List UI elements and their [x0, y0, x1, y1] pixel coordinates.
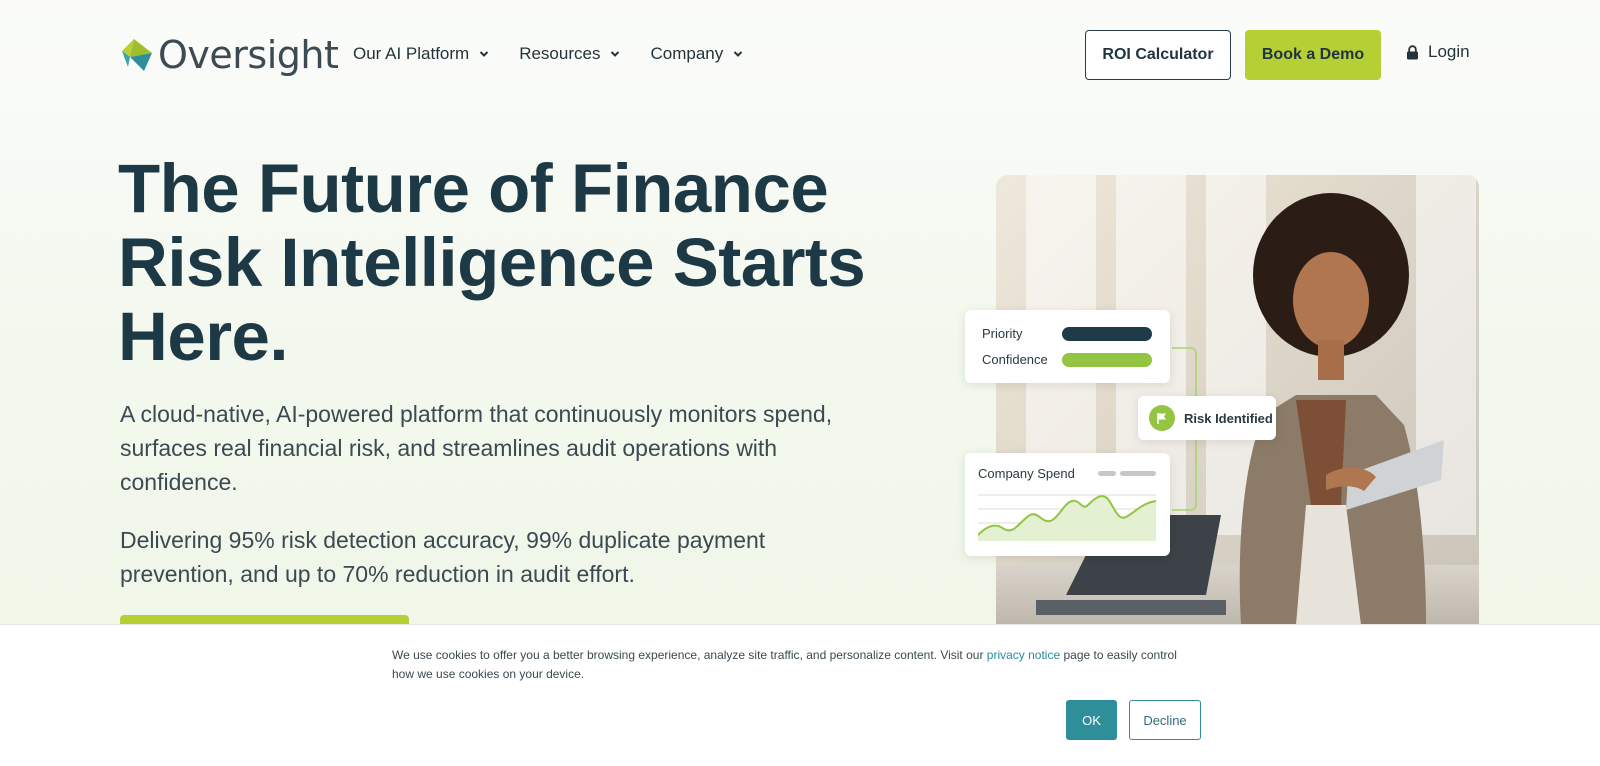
site-header: Oversight Our AI Platform Resources Comp… — [0, 0, 1600, 110]
chevron-down-icon — [734, 51, 743, 57]
privacy-notice-link[interactable]: privacy notice — [987, 648, 1060, 662]
cookie-banner: We use cookies to offer you a better bro… — [0, 624, 1600, 766]
legend-pill — [1120, 471, 1156, 476]
nav-our-ai-platform[interactable]: Our AI Platform — [353, 42, 489, 66]
hero-subtitle: A cloud-native, AI-powered platform that… — [120, 401, 833, 495]
company-spend-card: Company Spend — [965, 453, 1170, 556]
lock-icon — [1407, 44, 1418, 59]
chevron-down-icon — [479, 51, 489, 57]
risk-identified-label: Risk Identified — [1184, 410, 1273, 426]
logo-text: Oversight — [158, 33, 339, 77]
cookie-text: We use cookies to offer you a better bro… — [392, 646, 1202, 683]
priority-confidence-card: Priority Confidence — [965, 310, 1170, 383]
nav-label: Company — [650, 44, 724, 63]
hero-stats: Delivering 95% risk detection accuracy, … — [120, 527, 766, 587]
nav-company[interactable]: Company — [650, 42, 743, 66]
logo[interactable]: Oversight — [120, 33, 339, 77]
hero-headline: The Future of Finance Risk Intelligence … — [118, 150, 866, 375]
risk-identified-card: Risk Identified — [1138, 396, 1276, 440]
book-demo-button[interactable]: Book a Demo — [1245, 30, 1381, 80]
legend-pill — [1098, 471, 1116, 476]
oversight-logo-icon — [122, 39, 152, 71]
chevron-down-icon — [611, 51, 620, 57]
confidence-label: Confidence — [982, 352, 1048, 367]
priority-label: Priority — [982, 326, 1023, 341]
flag-icon — [1149, 405, 1175, 431]
nav-resources[interactable]: Resources — [519, 42, 620, 66]
main-nav: Our AI Platform Resources Company — [353, 42, 743, 66]
nav-label: Resources — [519, 44, 601, 63]
roi-calculator-button[interactable]: ROI Calculator — [1085, 30, 1231, 80]
cookie-text-start: We use cookies to offer you a better bro… — [392, 648, 987, 662]
login-label: Login — [1428, 42, 1470, 61]
company-spend-title: Company Spend — [978, 466, 1075, 481]
cookie-decline-button[interactable]: Decline — [1129, 700, 1201, 740]
priority-bar — [1062, 327, 1152, 341]
nav-label: Our AI Platform — [353, 44, 470, 63]
spend-sparkline — [978, 494, 1157, 541]
cookie-ok-button[interactable]: OK — [1066, 700, 1117, 740]
login-link[interactable]: Login — [1406, 42, 1470, 62]
confidence-bar — [1062, 353, 1152, 367]
